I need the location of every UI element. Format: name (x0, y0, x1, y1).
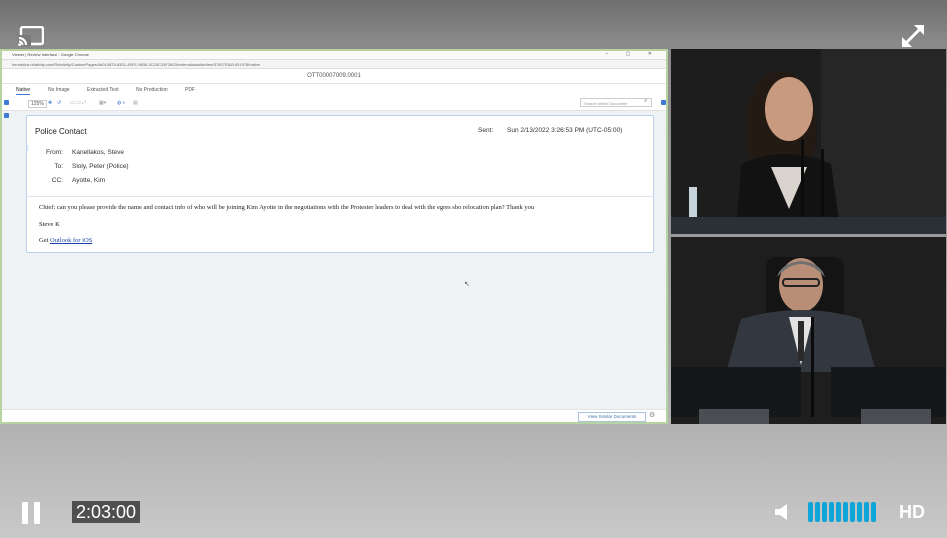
camera-feed-bottom (671, 237, 946, 424)
camera-feed-top (671, 49, 946, 234)
email-card: Police Contact Sent: Sun 2/13/2022 3:26:… (26, 115, 654, 253)
layout-icon[interactable]: ▦▾ (99, 100, 106, 106)
cc-value: Ayotte, Kim (72, 177, 106, 184)
fullscreen-icon[interactable] (900, 23, 926, 49)
url-text: heuristica.relativity.com/Relativity/Cus… (12, 62, 261, 67)
rotate-icon[interactable]: ↺ (57, 100, 61, 106)
volume-bar[interactable] (822, 502, 827, 522)
to-label: To: (54, 163, 63, 170)
volume-icon[interactable] (773, 503, 791, 521)
cc-label: CC: (51, 177, 63, 184)
sent-value: Sun 2/13/2022 3:26:53 PM (UTC-05:00) (507, 127, 623, 134)
speaker-video-image (671, 49, 946, 234)
search-icon[interactable]: ⌕ (644, 98, 647, 105)
quality-hd-button[interactable]: HD (899, 502, 925, 523)
outlook-ios-link[interactable]: Outlook for iOS (50, 237, 92, 244)
tab-pdf[interactable]: PDF (185, 87, 195, 93)
viewer-toolbar: 125% ✚ ↺ ▭ ▭ ⤢ ▦▾ ◍ ◐ ▤ Search within Do… (2, 96, 666, 111)
to-value: Sloly, Peter (Police) (72, 163, 129, 170)
cast-icon[interactable] (18, 26, 44, 46)
volume-bar[interactable] (829, 502, 834, 522)
viewer-footer: View Similar Documents ⚙ (2, 409, 666, 422)
email-body-line-1: Chief: can you please provide the name a… (39, 204, 535, 211)
from-label: From: (46, 149, 63, 156)
shared-screen: Viewer | Review Interface - Google Chrom… (0, 49, 668, 424)
header-divider (27, 196, 653, 197)
footer-prefix: Get (39, 237, 49, 244)
window-title: Viewer | Review Interface - Google Chrom… (12, 52, 89, 57)
settings-icon[interactable]: ⚙ (649, 411, 655, 419)
document-header: OTT00007009.0001 (2, 69, 666, 84)
volume-bar[interactable] (815, 502, 820, 522)
tab-no-image[interactable]: No Image (48, 87, 70, 93)
email-signature: Steve K (39, 221, 60, 228)
window-controls[interactable]: – ▢ ✕ (606, 51, 660, 57)
volume-bar[interactable] (808, 502, 813, 522)
window-titlebar: Viewer | Review Interface - Google Chrom… (2, 51, 666, 60)
tab-no-production[interactable]: No Production (136, 87, 168, 93)
email-footer: Get Outlook for iOS (39, 237, 92, 244)
volume-bar[interactable] (843, 502, 848, 522)
side-panel-icon[interactable] (661, 100, 666, 105)
playback-timestamp: 2:03:00 (72, 501, 141, 523)
control-number[interactable]: OTT00007009.0001 (307, 73, 361, 79)
sent-label: Sent: (478, 127, 494, 134)
search-within-input[interactable]: Search within Document (580, 98, 652, 107)
volume-bar[interactable] (857, 502, 862, 522)
print-icon[interactable]: ▤ (133, 100, 138, 106)
from-value: Kanellakos, Steve (72, 149, 125, 156)
volume-bar[interactable] (850, 502, 855, 522)
highlight-icon[interactable]: ◍ ◐ (117, 100, 126, 106)
zoom-select[interactable]: 125% (28, 100, 47, 108)
view-similar-button[interactable]: View Similar Documents (578, 412, 646, 422)
zoom-in-icon[interactable]: ✚ (48, 100, 52, 106)
left-panel-icon[interactable] (4, 113, 9, 118)
address-bar[interactable]: heuristica.relativity.com/Relativity/Cus… (2, 60, 666, 69)
viewer-tabs: Native No Image Extracted Text No Produc… (2, 84, 666, 96)
volume-bar[interactable] (871, 502, 876, 522)
mouse-cursor-icon: ↖ (464, 281, 470, 288)
commissioner-video-image (671, 237, 946, 424)
panel-icon[interactable] (4, 100, 9, 105)
volume-bar[interactable] (836, 502, 841, 522)
tab-extracted-text[interactable]: Extracted Text (87, 87, 119, 93)
tab-native[interactable]: Native (16, 87, 31, 95)
fit-icons[interactable]: ▭ ▭ ⤢ (70, 100, 86, 106)
email-subject: Police Contact (35, 127, 87, 136)
volume-bar[interactable] (864, 502, 869, 522)
pause-icon[interactable] (22, 502, 42, 524)
